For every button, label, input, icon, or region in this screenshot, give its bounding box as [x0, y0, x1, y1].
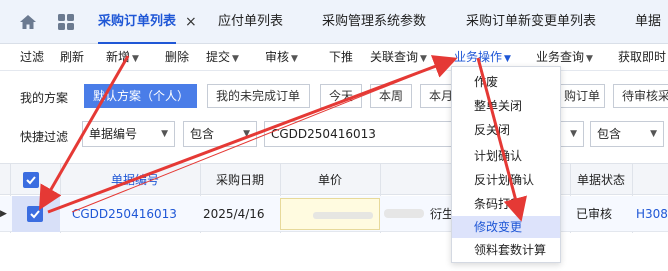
- chevron-down-icon: ▼: [504, 54, 511, 64]
- push-down-button[interactable]: 下推: [329, 44, 353, 71]
- tab-document[interactable]: 单据: [635, 0, 661, 44]
- scheme-label: 我的方案: [20, 91, 69, 105]
- menu-item-plan-unconfirm[interactable]: 反计划确认: [452, 169, 560, 191]
- new-button-label: 新增: [106, 50, 131, 64]
- toolbar: 过滤 刷新 新增 ▼ 删除 提交 ▼ 审核 ▼ 下推 关联查询 ▼ 业务操作 ▼ 业务查询…: [0, 44, 668, 71]
- related-query-label: 关联查询: [370, 50, 419, 64]
- chevron-down-icon: ▼: [161, 129, 168, 139]
- material-text-cell: 衍生: [430, 207, 452, 221]
- get-realtime-button[interactable]: 获取即时: [618, 44, 666, 71]
- chevron-down-icon: ▼: [586, 54, 593, 64]
- col-unit-price[interactable]: 单价: [280, 164, 380, 196]
- scheme-default[interactable]: 默认方案（个人）: [84, 84, 197, 108]
- blurred-value: [313, 212, 373, 219]
- chevron-down-icon: ▼: [420, 54, 427, 64]
- chevron-down-icon: ▼: [243, 129, 250, 139]
- order-no-cell[interactable]: CGDD250416013: [72, 196, 198, 232]
- filter-button[interactable]: 过滤: [20, 44, 44, 71]
- filter-operator-select-2[interactable]: 包含 ▼: [590, 121, 664, 147]
- audit-button-label: 审核: [265, 50, 290, 64]
- scheme-purchase-order[interactable]: 购订单: [555, 84, 605, 108]
- check-icon: [26, 176, 36, 185]
- new-button[interactable]: 新增 ▼: [106, 44, 139, 71]
- submit-button-label: 提交: [206, 50, 231, 64]
- code-cell[interactable]: H308-: [636, 196, 668, 232]
- scheme-pending-audit[interactable]: 待审核采: [613, 84, 668, 108]
- col-doc-status[interactable]: 单据状态: [570, 164, 632, 196]
- row-checkbox[interactable]: [27, 206, 43, 222]
- table-row[interactable]: ▶ CGDD250416013 2025/4/16 衍生 已审核 H308-: [0, 196, 668, 232]
- doc-status-cell: 已审核: [576, 207, 613, 221]
- menu-item-modify-change[interactable]: 修改变更: [452, 216, 560, 238]
- scheme-today[interactable]: 今天: [320, 84, 362, 108]
- tab-close-icon[interactable]: ×: [185, 0, 197, 44]
- business-operation-label: 业务操作: [454, 50, 503, 64]
- scheme-this-week[interactable]: 本周: [370, 84, 412, 108]
- related-query-button[interactable]: 关联查询 ▼: [370, 44, 427, 71]
- unit-price-cell[interactable]: [280, 198, 380, 230]
- chevron-down-icon: ▼: [291, 54, 298, 64]
- audit-button[interactable]: 审核 ▼: [265, 44, 298, 71]
- filter-field-select-2[interactable]: ▼: [560, 121, 584, 147]
- menu-item-plan-confirm[interactable]: 计划确认: [452, 145, 560, 167]
- blurred-value: [384, 209, 424, 218]
- row-pointer-icon: ▶: [0, 209, 7, 219]
- home-icon[interactable]: [20, 15, 36, 29]
- menu-item-reopen[interactable]: 反关闭: [452, 119, 560, 141]
- tab-payable-list[interactable]: 应付单列表: [218, 0, 283, 44]
- filter-field-select[interactable]: 单据编号 ▼: [82, 121, 175, 147]
- purchase-date-cell: 2025/4/16: [203, 207, 265, 221]
- chevron-down-icon: ▼: [650, 129, 657, 139]
- scheme-this-month[interactable]: 本月: [420, 84, 453, 108]
- chevron-down-icon: ▼: [232, 54, 239, 64]
- submit-button[interactable]: 提交 ▼: [206, 44, 239, 71]
- chevron-down-icon: ▼: [570, 129, 577, 139]
- tab-order-change-list[interactable]: 采购订单新变更单列表: [466, 0, 596, 44]
- tab-purchase-order-list[interactable]: 采购订单列表: [98, 0, 177, 44]
- menu-item-barcode-print[interactable]: 条码打印: [452, 193, 560, 215]
- select-all-checkbox[interactable]: [23, 172, 39, 188]
- tab-purchase-params[interactable]: 采购管理系统参数: [322, 0, 426, 44]
- apps-grid-icon[interactable]: [58, 14, 74, 30]
- refresh-button[interactable]: 刷新: [60, 44, 84, 71]
- business-query-label: 业务查询: [536, 50, 585, 64]
- delete-button[interactable]: 删除: [165, 44, 189, 71]
- filter-operator-select[interactable]: 包含 ▼: [183, 121, 257, 147]
- tab-bar: 采购订单列表 × 应付单列表 采购管理系统参数 采购订单新变更单列表 单据: [0, 0, 668, 44]
- filter-operator-value: 包含: [190, 127, 215, 141]
- app-root: 采购订单列表 × 应付单列表 采购管理系统参数 采购订单新变更单列表 单据 过滤…: [0, 0, 668, 271]
- menu-item-close-order[interactable]: 整单关闭: [452, 95, 560, 117]
- quick-filter-label: 快捷过滤: [20, 130, 69, 144]
- menu-item-void[interactable]: 作废: [452, 71, 560, 93]
- filter-operator-value-2: 包含: [597, 127, 622, 141]
- chevron-down-icon: ▼: [132, 54, 139, 64]
- filter-field-value: 单据编号: [89, 127, 138, 141]
- business-operation-menu: 作废 整单关闭 反关闭 计划确认 反计划确认 条码打印 修改变更 领料套数计算: [451, 66, 561, 263]
- menu-item-material-set-calc[interactable]: 领料套数计算: [452, 239, 560, 261]
- col-order-no[interactable]: 单据编号: [70, 164, 200, 196]
- check-icon: [30, 210, 40, 219]
- col-purchase-date[interactable]: 采购日期: [200, 164, 280, 196]
- scheme-unfinished[interactable]: 我的未完成订单: [207, 84, 310, 108]
- grid-header: 单据编号 采购日期 单价 单据状态: [0, 163, 668, 195]
- filter-value-input[interactable]: CGDD250416013: [264, 121, 452, 147]
